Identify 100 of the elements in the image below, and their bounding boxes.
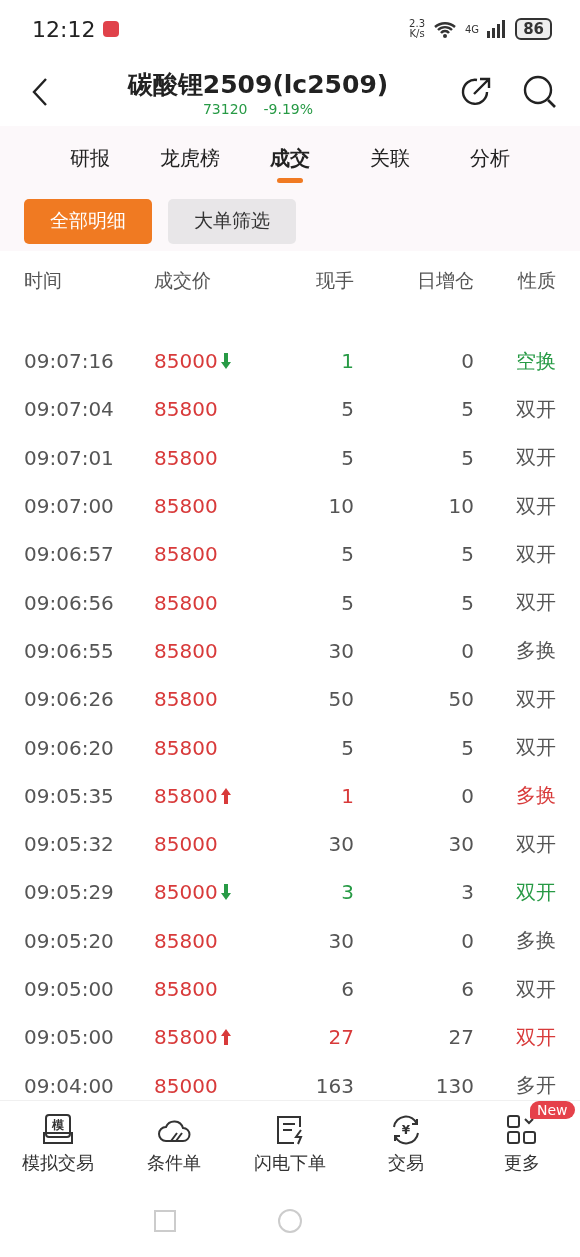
open-interest-change: 5 [460, 542, 474, 567]
trade-price: 85800 [154, 638, 218, 663]
trade-nature: 双开 [515, 395, 556, 423]
trade-nature: 双开 [515, 444, 556, 472]
trade-nature: 双开 [515, 492, 556, 520]
trade-nature: 双开 [515, 540, 556, 568]
trade-volume: 163 [314, 1073, 354, 1098]
trade-volume: 30 [327, 832, 354, 857]
trade-time: 09:05:35 [24, 783, 115, 808]
trade-price: 85000 [154, 832, 218, 857]
open-interest-change: 50 [447, 687, 474, 712]
trade-nature: 双开 [515, 589, 556, 617]
trade-volume: 50 [327, 687, 354, 712]
trade-price: 85800 [154, 590, 218, 615]
section-tab[interactable]: 关联 [370, 140, 410, 176]
nav-item[interactable]: 闪电下单 [254, 1109, 326, 1179]
open-interest-change: 6 [460, 977, 474, 1001]
trade-nature: 双开 [515, 975, 556, 1003]
trade-time: 09:05:32 [24, 832, 115, 857]
trade-nature: 双开 [515, 685, 556, 713]
network-speed: 2.3 [409, 19, 425, 29]
trade-volume: 30 [327, 638, 354, 663]
trade-time: 09:05:00 [24, 1025, 115, 1050]
column-header: 性质 [516, 268, 556, 293]
trade-volume: 3 [340, 880, 354, 905]
trade-price: 85800 [154, 445, 218, 470]
trade-time: 09:06:20 [24, 735, 115, 760]
open-interest-change: 5 [460, 445, 474, 470]
trade-price: 85800 [154, 928, 218, 953]
trade-nature: 双开 [515, 734, 556, 761]
trade-time: 09:05:29 [24, 880, 115, 905]
open-interest-change: 27 [447, 1025, 474, 1050]
trade-time: 09:06:26 [24, 687, 115, 712]
section-tab[interactable]: 研报 [70, 140, 110, 176]
contract-title: 碳酸锂2509(lc2509) [127, 68, 389, 101]
network-type: 4G [465, 23, 480, 35]
filter-button[interactable]: 大单筛选 [168, 198, 296, 244]
trade-time: 09:07:04 [24, 397, 115, 422]
open-interest-change: 0 [460, 638, 474, 663]
trade-price: 85800 [154, 397, 218, 422]
trade-time: 09:04:00 [24, 1073, 115, 1098]
trade-volume: 27 [327, 1025, 354, 1050]
trade-price: 85000 [154, 880, 218, 905]
column-header: 时间 [24, 268, 63, 293]
column-header: 日增仓 [416, 268, 474, 293]
trade-price: 85000 [154, 349, 218, 374]
trade-nature: 多换 [515, 927, 556, 955]
open-interest-change: 0 [460, 928, 474, 953]
trade-price: 85800 [154, 977, 218, 1001]
search-icon [522, 74, 558, 110]
trade-volume: 1 [340, 783, 354, 808]
speed-unit: K/s [409, 29, 425, 39]
clock: 12:12 [32, 16, 96, 42]
trade-price: 85800 [154, 1025, 218, 1050]
trade-nature: 双开 [515, 1023, 556, 1051]
trade-volume: 30 [327, 928, 354, 953]
open-interest-change: 5 [460, 397, 474, 422]
nav-item[interactable]: 条件单 [147, 1109, 201, 1179]
trade-price: 85800 [154, 735, 218, 760]
section-tab[interactable]: 分析 [470, 140, 510, 176]
open-interest-change: 10 [447, 494, 474, 519]
trade-nature: 多换 [515, 782, 556, 810]
trade-time: 09:07:01 [24, 445, 115, 470]
open-interest-change: 5 [460, 590, 474, 615]
last-price: 73120 [202, 100, 248, 117]
trade-time: 09:07:00 [24, 494, 115, 519]
battery-level: 86 [515, 18, 552, 40]
trade-price: 85800 [154, 494, 218, 519]
trade-volume: 5 [340, 542, 354, 567]
trade-nature: 多开 [515, 1072, 556, 1100]
trade-time: 09:06:57 [24, 542, 115, 567]
trade-time: 09:06:56 [24, 590, 115, 615]
app-notification-icon [103, 21, 120, 37]
open-interest-change: 0 [460, 349, 474, 374]
trade-time: 09:06:55 [24, 638, 115, 663]
trade-nature: 双开 [515, 830, 556, 858]
section-tab[interactable]: 成交 [270, 140, 310, 176]
nav-item[interactable]: 模 模拟交易 [22, 1109, 94, 1179]
trade-volume: 5 [340, 445, 354, 470]
open-interest-change: 130 [434, 1073, 474, 1098]
trade-volume: 5 [340, 590, 354, 615]
trade-time: 09:07:16 [24, 349, 115, 374]
trade-volume: 5 [340, 735, 354, 760]
trade-volume: 1 [340, 349, 354, 374]
price-change: -9.19% [263, 100, 314, 117]
open-interest-change: 5 [460, 735, 474, 760]
new-badge: New [530, 1101, 575, 1119]
grid-icon [505, 1113, 539, 1147]
section-tab[interactable]: 龙虎榜 [160, 140, 220, 176]
trade-price: 85800 [154, 687, 218, 712]
column-header: 成交价 [154, 268, 212, 293]
trade-time: 09:05:00 [24, 977, 115, 1001]
trade-price: 85800 [154, 542, 218, 567]
trade-volume: 10 [327, 494, 354, 519]
signal-icon [487, 20, 508, 38]
trade-price: 85800 [154, 783, 218, 808]
nav-item[interactable]: ¥ 交易 [388, 1109, 424, 1179]
trade-price: 85000 [154, 1073, 218, 1098]
trade-nature: 双开 [515, 878, 556, 906]
open-interest-change: 30 [447, 832, 474, 857]
